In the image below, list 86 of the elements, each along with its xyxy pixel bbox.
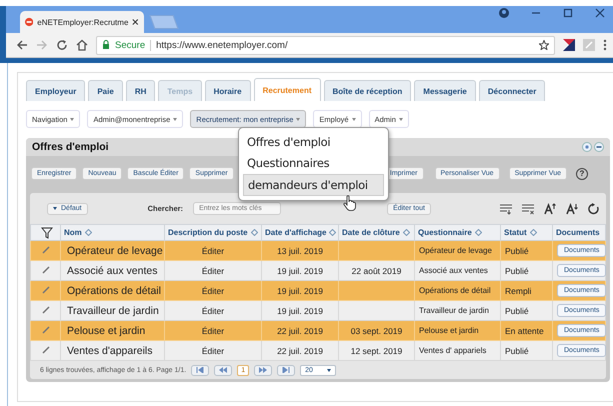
rewind-icon — [219, 367, 228, 373]
edit-link[interactable]: Éditer — [202, 266, 224, 276]
table-cell: Rempli — [505, 286, 532, 296]
wrap-icon[interactable] — [500, 202, 512, 214]
nav-tab[interactable]: Paie — [88, 80, 123, 101]
edit-link[interactable]: Éditer — [202, 246, 224, 256]
table-cell: Opérateur de levage — [67, 244, 163, 256]
sort-icon[interactable] — [329, 229, 336, 236]
panel-title: Offres d'emploi — [32, 141, 109, 153]
extension-icon[interactable] — [563, 39, 575, 51]
fast-forward-icon — [259, 367, 268, 373]
table-cell: Associé aux ventes — [67, 264, 158, 276]
previous-page-button[interactable] — [214, 364, 232, 376]
filter-icon[interactable] — [41, 226, 53, 238]
nav-tab[interactable]: Employeur — [26, 80, 86, 101]
nav-tab[interactable]: RH — [126, 80, 156, 101]
nav-tab[interactable]: Messagerie — [414, 80, 476, 101]
nav-tab[interactable]: Boîte de réception — [324, 80, 412, 101]
collapse-icon[interactable] — [594, 142, 604, 152]
first-page-button[interactable] — [191, 364, 210, 376]
column-header[interactable]: Date d'affichage — [262, 224, 338, 240]
table-cell: Publié — [505, 306, 529, 316]
table-cell: Publié — [505, 346, 529, 356]
nav-tab[interactable]: Horaire — [204, 80, 251, 101]
last-page-icon — [282, 367, 290, 373]
column-header[interactable]: Description du poste — [164, 224, 262, 240]
maximize-icon[interactable] — [563, 8, 573, 18]
next-page-button[interactable] — [254, 364, 272, 376]
table-cell: Publié — [505, 266, 529, 276]
table-cell: Publié — [505, 246, 529, 256]
table-cell: Ventes d'appareils — [67, 344, 152, 356]
table-cell: 22 juil. 2019 — [277, 326, 323, 336]
table-cell: Travailleur de jardin — [67, 304, 159, 316]
sort-icon[interactable] — [530, 229, 537, 236]
table-cell: Ventes d' appariels — [419, 346, 486, 355]
menu-item[interactable]: Offres d'emploi — [243, 132, 384, 152]
table-cell: Pelouse et jardin — [419, 326, 479, 335]
sort-icon[interactable] — [84, 229, 92, 236]
table-cell: 13 juil. 2019 — [277, 246, 323, 256]
table-cell: 22 août 2019 — [352, 266, 402, 276]
table-cell: 22 juil. 2019 — [277, 346, 323, 356]
font-increase-icon[interactable] — [544, 202, 556, 214]
last-page-button[interactable] — [277, 364, 296, 376]
table-cell: 12 sept. 2019 — [350, 346, 402, 356]
column-header[interactable]: Questionnaire — [414, 224, 500, 240]
reset-icon[interactable] — [588, 202, 600, 214]
sort-icon[interactable] — [474, 229, 482, 236]
column-header[interactable]: Nom — [60, 224, 164, 240]
nav-tab[interactable]: Déconnecter — [478, 80, 546, 101]
table-cell: Associé aux ventes — [419, 266, 488, 275]
menu-item[interactable]: demandeurs d'emploi — [243, 174, 384, 196]
table-cell: 19 juil. 2019 — [277, 286, 323, 296]
edit-link[interactable]: Éditer — [202, 286, 224, 296]
reload-icon[interactable] — [56, 39, 68, 51]
table-cell: 03 sept. 2019 — [350, 326, 402, 336]
lock-icon — [102, 40, 110, 50]
table-cell: 19 juil. 2019 — [277, 306, 323, 316]
table-cell: En attente — [505, 326, 544, 336]
table-cell: Opérations de détail — [67, 284, 161, 296]
sort-icon[interactable] — [250, 229, 258, 236]
url-text[interactable]: https://www.enetemployer.com/ — [156, 40, 534, 50]
table-cell: Travailleur de jardin — [419, 306, 489, 315]
home-icon[interactable] — [76, 39, 88, 51]
close-icon[interactable] — [132, 18, 139, 26]
help-button[interactable]: ? — [576, 168, 588, 180]
back-icon[interactable] — [16, 39, 28, 51]
secure-label: Secure — [115, 40, 146, 50]
column-header[interactable]: Statut — [500, 224, 552, 240]
clear-icon[interactable] — [522, 202, 534, 214]
first-page-icon — [196, 367, 204, 373]
column-header[interactable]: Date de clôture — [338, 224, 414, 240]
favicon-icon — [25, 17, 34, 27]
menu-item[interactable]: Questionnaires — [243, 153, 384, 173]
profile-icon[interactable] — [499, 8, 509, 18]
sort-icon[interactable] — [402, 229, 410, 236]
star-icon[interactable] — [539, 40, 549, 50]
menu-icon[interactable] — [603, 39, 607, 51]
column-header[interactable]: Documents — [552, 224, 606, 240]
font-decrease-icon[interactable] — [566, 202, 578, 214]
edit-link[interactable]: Éditer — [202, 306, 224, 316]
table-cell: Pelouse et jardin — [67, 324, 146, 336]
table-cell: 19 juil. 2019 — [277, 266, 323, 276]
table-cell: Opérateur de levage — [419, 246, 492, 255]
edit-link[interactable]: Éditer — [202, 326, 224, 336]
edit-link[interactable]: Éditer — [202, 346, 224, 356]
table-cell: Opérations de détail — [419, 286, 491, 295]
